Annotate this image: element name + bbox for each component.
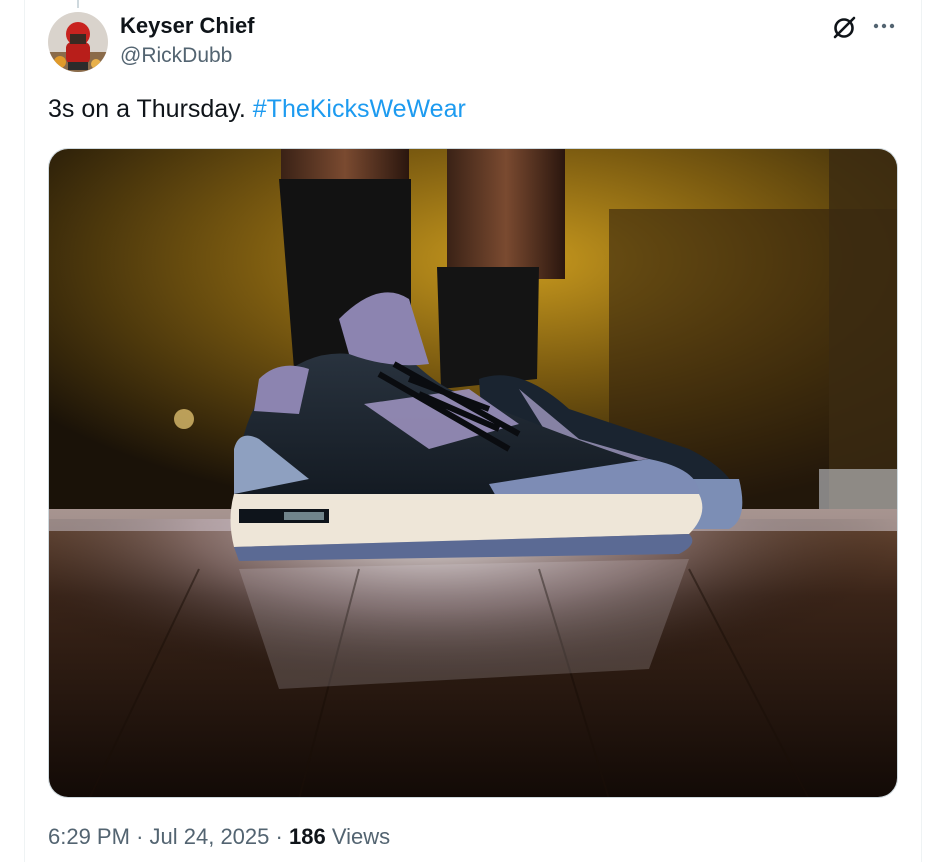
tweet-meta: 6:29 PM · Jul 24, 2025 · 186 Views xyxy=(48,824,390,850)
hashtag-link[interactable]: #TheKicksWeWear xyxy=(253,95,466,123)
user-avatar-icon xyxy=(48,12,108,72)
meta-separator: · xyxy=(136,824,144,849)
tweet-photo[interactable] xyxy=(48,148,898,798)
tweet-text: 3s on a Thursday. #TheKicksWeWear xyxy=(48,95,466,124)
author-handle[interactable]: @RickDubb xyxy=(120,44,232,68)
tweet-date: Jul 24, 2025 xyxy=(149,824,270,849)
more-options-icon[interactable] xyxy=(870,14,898,42)
tweet-time: 6:29 PM xyxy=(48,824,130,849)
tweet-body-text: 3s on a Thursday. xyxy=(48,95,246,123)
author-display-name[interactable]: Keyser Chief xyxy=(120,13,255,39)
author-avatar[interactable] xyxy=(48,12,108,72)
views-link[interactable]: 186 Views xyxy=(289,824,390,849)
tweet-time-link[interactable]: 6:29 PM · Jul 24, 2025 xyxy=(48,824,269,849)
views-label: Views xyxy=(331,824,391,849)
views-count: 186 xyxy=(288,824,326,849)
thread-connector-line xyxy=(77,0,79,8)
meta-separator-2: · xyxy=(275,824,283,849)
grok-icon[interactable] xyxy=(830,14,858,42)
sneaker-photo-icon xyxy=(49,149,897,797)
